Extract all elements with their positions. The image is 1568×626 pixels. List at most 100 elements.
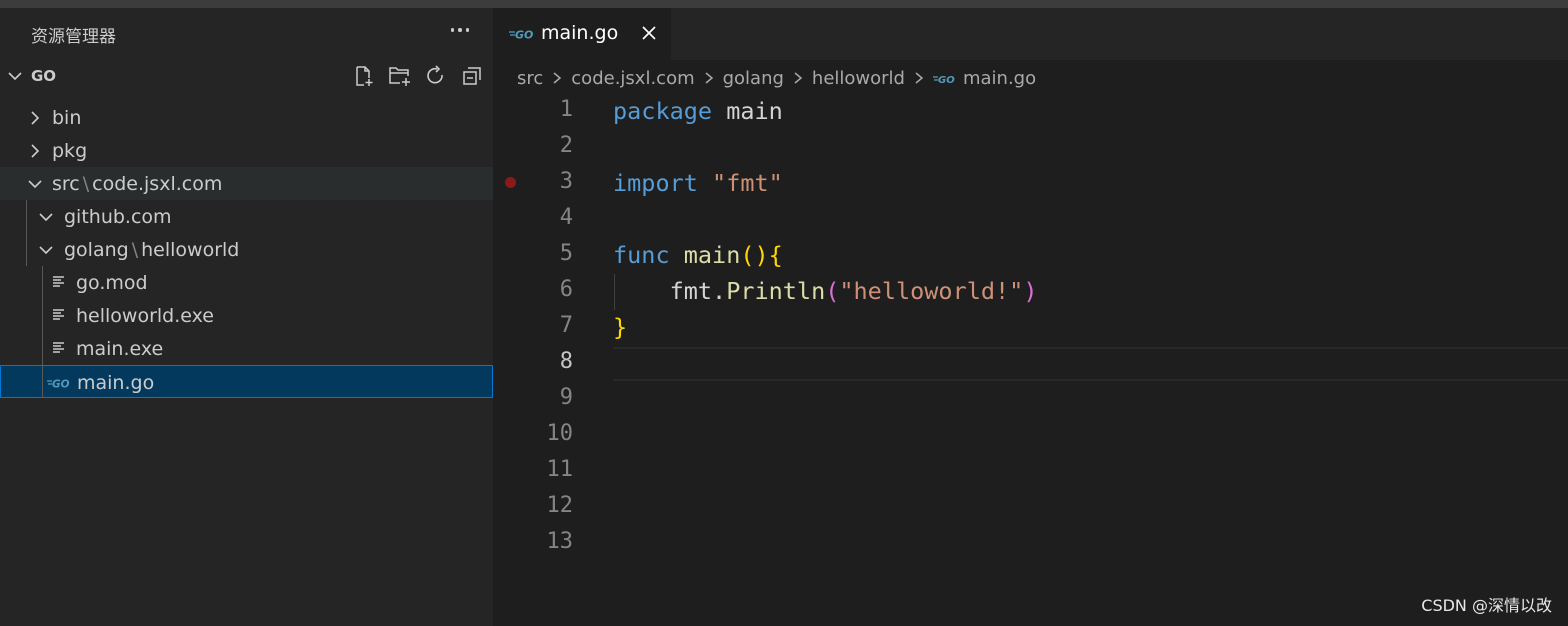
line-number: 5 — [559, 241, 573, 266]
tree-item-helloworld-exe[interactable]: helloworld.exe — [0, 299, 493, 332]
breadcrumb-item[interactable]: src — [517, 68, 543, 89]
tree-item-label: golang \ helloworld — [64, 239, 239, 261]
tree-item-part: github.com — [64, 206, 172, 228]
editor-area: GO main.go src code.jsxl.com golang hellowo… — [493, 8, 1568, 626]
code-line[interactable]: 10 — [493, 418, 1568, 454]
chevron-down-icon — [38, 242, 54, 262]
code-token: "fmt" — [712, 169, 783, 197]
workspace-name: GO — [31, 67, 57, 85]
tree-item-main-exe[interactable]: main.exe — [0, 332, 493, 365]
tree-item-part: main.go — [77, 372, 155, 394]
code-line[interactable]: 12 — [493, 490, 1568, 526]
tree-item-src-code-jsxl-com[interactable]: src \ code.jsxl.com — [0, 167, 493, 200]
tree-item-part: helloworld — [141, 239, 240, 261]
tree-item-main-go[interactable]: GO main.go — [0, 365, 493, 398]
explorer-sidebar: 资源管理器 GO bin pkg src \ code.jsxl.com github.c… — [0, 8, 493, 626]
tree-item-part: golang — [64, 239, 129, 261]
more-actions-icon[interactable] — [446, 16, 474, 44]
explorer-title: 资源管理器 — [31, 27, 116, 47]
line-number: 3 — [559, 169, 573, 194]
explorer-actions — [352, 64, 496, 90]
tree-item-label: helloworld.exe — [76, 305, 214, 327]
explorer-header: 资源管理器 — [0, 8, 493, 60]
file-icon — [51, 308, 67, 328]
line-number: 8 — [559, 349, 573, 374]
code-token: "helloworld!" — [839, 277, 1024, 305]
tree-item-golang-helloworld[interactable]: golang \ helloworld — [0, 233, 493, 266]
line-number: 2 — [559, 133, 573, 158]
svg-text:GO: GO — [938, 75, 955, 85]
breadcrumb-item[interactable]: golang — [723, 68, 784, 89]
tree-item-label: src \ code.jsxl.com — [52, 173, 222, 195]
code-token: Println — [726, 277, 826, 305]
file-icon — [51, 341, 67, 361]
workspace-header[interactable]: GO — [0, 60, 493, 93]
collapse-all-icon[interactable] — [460, 64, 484, 88]
watermark: CSDN @深情以改 — [1421, 596, 1552, 615]
chevron-right-icon — [792, 70, 804, 86]
go-icon: GO — [47, 375, 73, 394]
code-token: ( — [825, 277, 840, 305]
code-line[interactable]: 1 package main — [493, 94, 1568, 130]
code-token: import — [613, 169, 698, 197]
code-line[interactable]: 2 — [493, 130, 1568, 166]
line-number: 6 — [559, 277, 573, 302]
line-number: 10 — [546, 421, 574, 446]
tab-bar: GO main.go — [493, 8, 1568, 60]
go-icon: GO — [932, 72, 957, 85]
code-text: } — [613, 313, 627, 341]
close-icon[interactable] — [639, 23, 659, 47]
tree-item-part: code.jsxl.com — [92, 173, 223, 195]
breadcrumb: src code.jsxl.com golang helloworld GO main.g… — [517, 65, 1036, 91]
indent-guide — [26, 200, 27, 266]
tree-item-part: src — [52, 173, 80, 195]
go-icon: GO — [509, 26, 537, 45]
tree-item-part: helloworld.exe — [76, 305, 214, 327]
chevron-down-icon — [38, 209, 54, 229]
code-token: ) — [1023, 277, 1038, 305]
code-line[interactable]: 6 fmt.Println("helloworld!") — [493, 274, 1568, 310]
code-token: package — [613, 97, 713, 125]
tree-item-pkg[interactable]: pkg — [0, 134, 493, 167]
code-line[interactable]: 3 import "fmt" — [493, 166, 1568, 202]
line-number: 7 — [559, 313, 573, 338]
chevron-right-icon — [551, 70, 563, 86]
tree-item-go-mod[interactable]: go.mod — [0, 266, 493, 299]
tree-item-part: pkg — [52, 140, 88, 162]
path-separator: \ — [131, 239, 139, 261]
breadcrumb-item[interactable]: helloworld — [812, 68, 905, 89]
chevron-right-icon — [703, 70, 715, 86]
svg-text:GO: GO — [515, 29, 533, 42]
indent-guide — [614, 274, 615, 310]
tree-item-label: main.go — [77, 372, 154, 394]
code-line[interactable]: 4 — [493, 202, 1568, 238]
line-number: 9 — [559, 385, 573, 410]
code-text: func main(){ — [613, 241, 783, 269]
svg-text:GO: GO — [52, 379, 70, 391]
tree-item-github-com[interactable]: github.com — [0, 200, 493, 233]
tab-main-go[interactable]: GO main.go — [493, 8, 671, 60]
tree-item-label: bin — [52, 107, 81, 129]
chevron-right-icon — [27, 110, 43, 130]
code-line[interactable]: 9 — [493, 382, 1568, 418]
tree-item-label: main.exe — [76, 338, 163, 360]
chevron-down-icon — [27, 176, 43, 196]
line-number: 1 — [559, 97, 573, 122]
tree-item-bin[interactable]: bin — [0, 101, 493, 134]
code-line[interactable]: 7} — [493, 310, 1568, 346]
new-file-icon[interactable] — [352, 64, 376, 88]
refresh-icon[interactable] — [424, 64, 448, 88]
code-token: } — [613, 313, 628, 341]
code-token: fmt. — [613, 277, 727, 305]
new-folder-icon[interactable] — [388, 64, 412, 88]
code-line[interactable]: 13 — [493, 526, 1568, 562]
code-token: main — [712, 97, 783, 125]
breadcrumb-item[interactable]: main.go — [963, 68, 1036, 89]
code-line[interactable]: 11 — [493, 454, 1568, 490]
code-line[interactable]: 5 func main(){ — [493, 238, 1568, 274]
code-line[interactable]: 8 — [493, 346, 1568, 382]
tree-item-part: main.exe — [76, 338, 164, 360]
breadcrumb-item[interactable]: code.jsxl.com — [571, 68, 694, 89]
line-number: 12 — [546, 493, 574, 518]
